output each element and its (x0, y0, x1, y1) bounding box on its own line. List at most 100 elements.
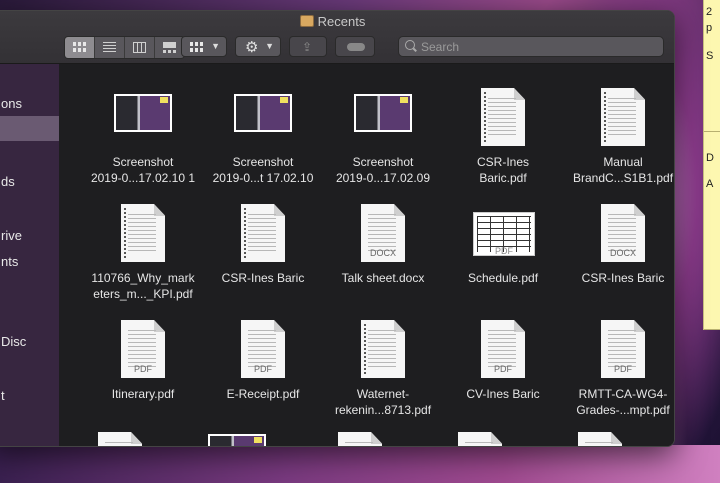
file-name: Itinerary.pdf (83, 386, 203, 402)
share-button[interactable]: ⇪ (289, 36, 327, 57)
sticky-note[interactable]: 2 p S D A (703, 0, 720, 330)
list-view-button[interactable] (95, 37, 125, 58)
sidebar-item[interactable]: ds (1, 174, 15, 189)
file-name-line: Screenshot (232, 155, 294, 169)
screenshot-thumbnail-icon (354, 94, 412, 132)
file-name: CSR-Ines Baric (203, 270, 323, 286)
file-name: RMTT-CA-WG4- Grades-...mpt.pdf (563, 386, 674, 418)
file-name-line: 2019-0...17.02.10 1 (90, 171, 196, 185)
document-icon: PDF (601, 320, 645, 378)
file-thumbnail: DOCX (323, 202, 443, 264)
sidebar-item[interactable]: nts (1, 254, 18, 269)
file-item[interactable]: DOCX Talk sheet.docx (323, 202, 443, 286)
screenshot-thumbnail-icon[interactable] (208, 434, 266, 446)
file-item[interactable]: Screenshot 2019-0...17.02.09 (323, 86, 443, 186)
file-name-line: Schedule.pdf (467, 271, 539, 285)
note-divider (704, 131, 720, 132)
document-icon[interactable] (578, 432, 622, 446)
file-name-line: CSR-Ines Baric (581, 271, 665, 285)
file-name: 110766_Why_mark eters_m..._KPI.pdf (83, 270, 203, 302)
gallery-view-button[interactable] (155, 37, 184, 58)
file-name-line: Baric.pdf (479, 171, 527, 185)
file-name-line: 2019-0...17.02.09 (335, 171, 431, 185)
file-item[interactable]: 110766_Why_mark eters_m..._KPI.pdf (83, 202, 203, 302)
document-icon[interactable] (338, 432, 382, 446)
file-type-tag: PDF (134, 364, 152, 374)
file-name-line: rekenin...8713.pdf (334, 403, 432, 417)
file-item[interactable]: CSR-Ines Baric (203, 202, 323, 286)
document-icon (601, 88, 645, 146)
file-item[interactable]: PDF CV-Ines Baric (443, 318, 563, 402)
note-line: A (706, 178, 714, 190)
file-type-tag: PDF (254, 364, 272, 374)
file-name: CV-Ines Baric (443, 386, 563, 402)
window-title: Recents (0, 14, 674, 29)
document-icon[interactable] (98, 432, 142, 446)
file-type-tag: PDF (495, 246, 513, 256)
file-thumbnail (443, 86, 563, 148)
recents-folder-icon (299, 15, 314, 27)
file-item[interactable]: PDF Itinerary.pdf (83, 318, 203, 402)
sidebar-item[interactable]: ons (1, 96, 22, 111)
document-icon (241, 204, 285, 262)
file-thumbnail (203, 86, 323, 148)
note-line: D (706, 152, 714, 164)
file-item[interactable]: Screenshot 2019-0...t 17.02.10 (203, 86, 323, 186)
file-thumbnail: PDF (443, 318, 563, 380)
chevron-down-icon: ▼ (265, 41, 274, 51)
group-by-button[interactable]: ▼ (181, 36, 227, 57)
file-grid: Screenshot 2019-0...17.02.10 1 Screenshot 2… (60, 64, 674, 446)
columns-icon (133, 42, 146, 53)
file-name-line: CV-Ines Baric (466, 387, 540, 401)
grid-icon (73, 42, 86, 53)
file-name: E-Receipt.pdf (203, 386, 323, 402)
sidebar-item[interactable]: rive (1, 228, 22, 243)
tags-button[interactable] (335, 36, 375, 57)
view-mode-selector (64, 36, 185, 59)
spreadsheet-pdf-icon: PDF (473, 212, 535, 256)
desktop-wallpaper-bottom (0, 445, 720, 483)
file-item[interactable]: Waternet-rekenin...8713.pdf (323, 318, 443, 418)
file-name-line: Waternet- (356, 387, 410, 401)
file-type-tag: DOCX (609, 248, 636, 258)
sidebar-item[interactable]: Disc (1, 334, 26, 349)
file-name: Screenshot 2019-0...17.02.09 (323, 154, 443, 186)
note-divider (704, 329, 720, 330)
file-thumbnail (323, 86, 443, 148)
file-thumbnail: PDF (203, 318, 323, 380)
screenshot-thumbnail-icon (114, 94, 172, 132)
file-name-line: Itinerary.pdf (111, 387, 175, 401)
file-name-line: RMTT-CA-WG4- (578, 387, 668, 401)
file-name-line: 2019-0...t 17.02.10 (212, 171, 314, 185)
file-item[interactable]: DOCX CSR-Ines Baric (563, 202, 674, 286)
file-item[interactable]: Manual BrandC...S1B1.pdf (563, 86, 674, 186)
file-item[interactable]: CSR-Ines Baric.pdf (443, 86, 563, 186)
file-item[interactable]: PDF E-Receipt.pdf (203, 318, 323, 402)
document-icon (481, 88, 525, 146)
search-field[interactable]: Search (398, 36, 664, 57)
gear-icon: ⚙ (245, 39, 259, 56)
note-line: 2 (706, 6, 713, 18)
action-menu-button[interactable]: ⚙ ▼ (235, 36, 281, 57)
file-item[interactable]: Screenshot 2019-0...17.02.10 1 (83, 86, 203, 186)
file-name: CSR-Ines Baric.pdf (443, 154, 563, 186)
note-line: S (706, 50, 714, 62)
file-name-line: Manual (603, 155, 643, 169)
screenshot-thumbnail-icon (234, 94, 292, 132)
column-view-button[interactable] (125, 37, 155, 58)
document-icon: PDF (481, 320, 525, 378)
file-item[interactable]: PDF RMTT-CA-WG4- Grades-...mpt.pdf (563, 318, 674, 418)
document-icon[interactable] (458, 432, 502, 446)
file-item[interactable]: PDF Schedule.pdf (443, 202, 563, 286)
file-name-line: Screenshot (352, 155, 414, 169)
file-name: Schedule.pdf (443, 270, 563, 286)
document-icon: DOCX (601, 204, 645, 262)
file-thumbnail (323, 318, 443, 380)
icon-view-button[interactable] (65, 37, 95, 58)
file-name-line: E-Receipt.pdf (226, 387, 300, 401)
group-grid-icon (190, 42, 203, 53)
sidebar-item[interactable]: t (1, 388, 5, 403)
file-thumbnail: PDF (83, 318, 203, 380)
file-type-tag: PDF (614, 364, 632, 374)
file-thumbnail (83, 86, 203, 148)
